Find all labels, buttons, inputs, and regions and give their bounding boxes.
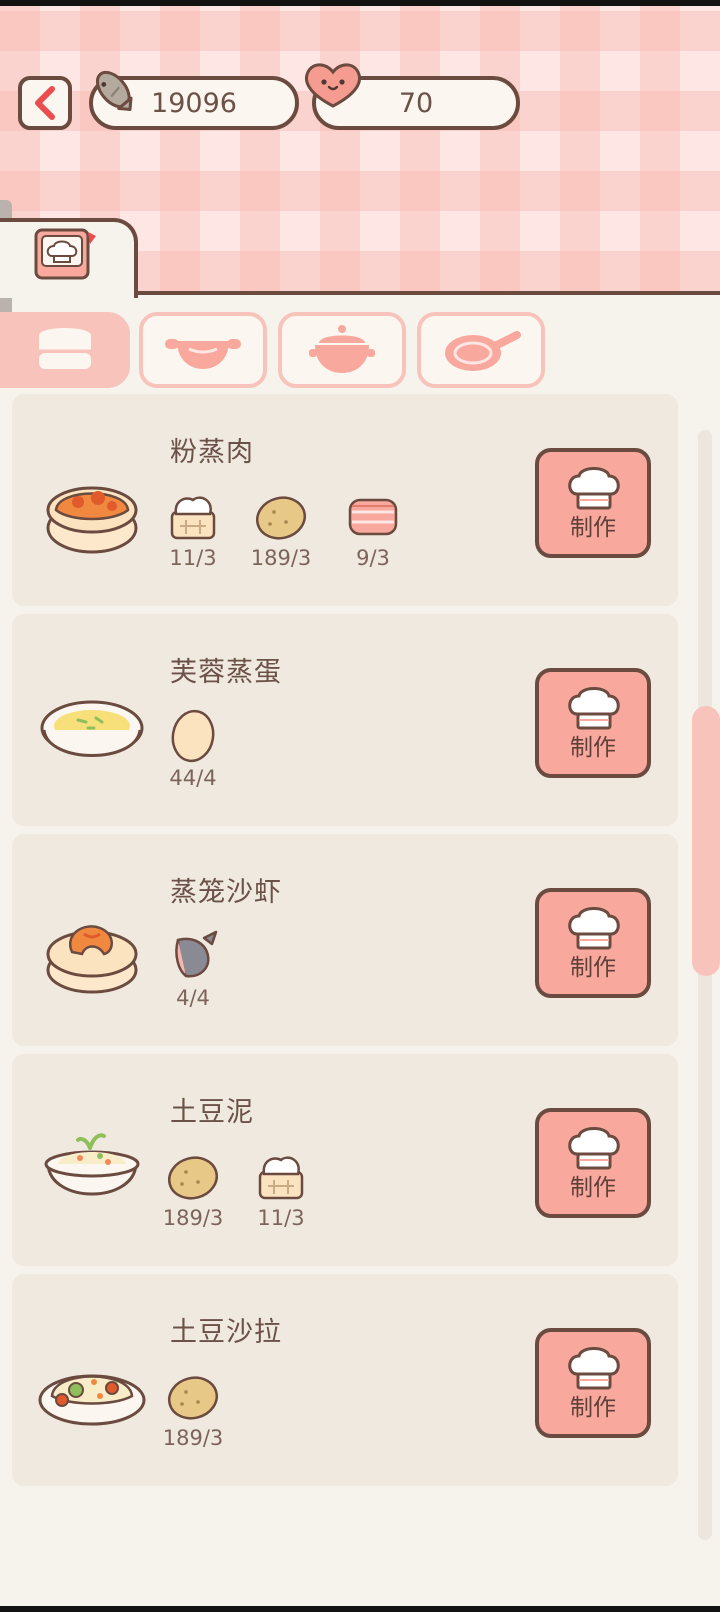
- mashed-potato-icon: [44, 1133, 140, 1196]
- ingredient-count: 11/3: [169, 546, 217, 570]
- tool-tab-pan[interactable]: [417, 312, 545, 388]
- recipe-card: 蒸笼沙虾 4/4 制作: [12, 834, 678, 1046]
- rice-bun-icon: [170, 496, 216, 540]
- meat-icon: [348, 498, 398, 536]
- back-button[interactable]: [18, 76, 72, 130]
- recipe-name: 粉蒸肉: [170, 437, 254, 468]
- back-arrow-icon: [35, 86, 55, 120]
- ingredient: 189/3: [154, 1366, 232, 1450]
- recipe-card: 土豆沙拉 189/3 制作: [12, 1274, 678, 1486]
- ingredient-count: 44/4: [169, 766, 217, 790]
- chef-hat-icon: [568, 687, 620, 730]
- recipe-card: 芙蓉蒸蛋 44/4 制作: [12, 614, 678, 826]
- ingredient: 9/3: [334, 486, 412, 570]
- ingredient-count: 189/3: [162, 1426, 224, 1450]
- ingredient: 189/3: [242, 486, 320, 570]
- pot-icon: [309, 325, 375, 373]
- recipe-name: 土豆泥: [170, 1097, 254, 1128]
- recipe-card: 土豆泥 189/3 11/3 制作: [12, 1054, 678, 1266]
- ingredient: 11/3: [242, 1146, 320, 1230]
- recipe-name: 芙蓉蒸蛋: [170, 657, 282, 688]
- potato-icon: [167, 1376, 219, 1420]
- potato-icon: [255, 496, 307, 540]
- egg-icon: [171, 709, 215, 763]
- steamed-pork-icon: [46, 486, 138, 554]
- recipe-name: 蒸笼沙虾: [170, 877, 282, 908]
- scrollbar-thumb[interactable]: [692, 706, 720, 976]
- tool-tab-wok[interactable]: [139, 312, 267, 388]
- heart-icon: [305, 63, 361, 108]
- tool-tab-steamer[interactable]: [0, 312, 130, 388]
- ingredient-count: 189/3: [162, 1206, 224, 1230]
- ingredient: 11/3: [154, 486, 232, 570]
- steamed-shrimp-icon: [46, 925, 138, 994]
- recipe-book-icon: [34, 228, 96, 280]
- scrollbar-track[interactable]: [698, 430, 712, 1540]
- category-tab-recipes[interactable]: [0, 218, 138, 298]
- make-button[interactable]: 制作: [535, 448, 651, 558]
- ingredient: 189/3: [154, 1146, 232, 1230]
- frying-pan-icon: [445, 331, 521, 371]
- recipe-name: 土豆沙拉: [170, 1317, 282, 1348]
- navigation-bar-edge: [0, 1606, 720, 1612]
- ingredient-count: 4/4: [176, 986, 210, 1010]
- chef-hat-icon: [568, 1347, 620, 1390]
- wok-icon: [165, 339, 241, 369]
- fish-chunk-icon: [175, 930, 218, 978]
- make-button[interactable]: 制作: [535, 1108, 651, 1218]
- chef-hat-icon: [568, 907, 620, 950]
- make-button[interactable]: 制作: [535, 1328, 651, 1438]
- recipe-card: 粉蒸肉 11/3 189/3 9/3 制作: [12, 394, 678, 606]
- ingredient-count: 189/3: [250, 546, 312, 570]
- heart-currency-value: 70: [398, 87, 434, 119]
- potato-salad-icon: [38, 1374, 146, 1426]
- make-button[interactable]: 制作: [535, 668, 651, 778]
- make-button[interactable]: 制作: [535, 888, 651, 998]
- fish-icon: [95, 70, 133, 111]
- tool-tab-pot[interactable]: [278, 312, 406, 388]
- steamed-egg-icon: [40, 700, 144, 757]
- steamer-icon: [39, 328, 91, 369]
- fish-currency-value: 19096: [151, 87, 237, 119]
- rice-bun-icon: [258, 1156, 304, 1200]
- potato-icon: [167, 1156, 219, 1200]
- chef-hat-icon: [568, 467, 620, 510]
- ingredient: 44/4: [154, 706, 232, 790]
- ingredient-count: 11/3: [257, 1206, 305, 1230]
- ingredient: 4/4: [154, 926, 232, 1010]
- ingredient-count: 9/3: [356, 546, 390, 570]
- chef-hat-icon: [568, 1127, 620, 1170]
